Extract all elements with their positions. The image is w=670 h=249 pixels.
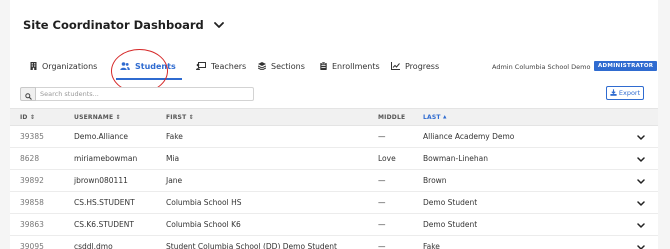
column-header-first[interactable]: FIRST ⇕ xyxy=(166,109,194,127)
cell-username: jbrown080111 xyxy=(74,176,128,185)
users-icon xyxy=(120,62,130,70)
cell-username: miriamebowman xyxy=(74,154,138,163)
sort-ascending-icon: ▲ xyxy=(442,115,447,120)
cell-middle: — xyxy=(378,132,386,141)
cell-last: Bowman-Linehan xyxy=(423,154,488,163)
table-row[interactable]: 8628 miriamebowman Mia Love Bowman-Lineh… xyxy=(10,148,658,170)
table-row[interactable]: 39385 Demo.Alliance Fake — Alliance Acad… xyxy=(10,126,658,148)
search-icon xyxy=(24,85,32,104)
tab-label: Teachers xyxy=(211,61,247,71)
cell-first: Columbia School K6 xyxy=(166,220,241,229)
chevron-down-icon[interactable] xyxy=(635,198,647,208)
search-input[interactable] xyxy=(36,87,254,101)
table-row[interactable]: 39892 jbrown080111 Jane — Brown xyxy=(10,170,658,192)
column-label: LAST xyxy=(423,114,441,121)
export-button[interactable]: Export xyxy=(606,86,644,100)
tab-teachers[interactable]: Teachers xyxy=(196,54,246,78)
cell-middle: — xyxy=(378,242,386,249)
page-title: Site Coordinator Dashboard xyxy=(23,18,204,32)
cell-last: Demo Student xyxy=(423,220,478,229)
chevron-down-icon[interactable] xyxy=(635,220,647,230)
column-header-last[interactable]: LAST ▲ xyxy=(423,109,447,127)
table-row[interactable]: 39863 CS.K6.STUDENT Columbia School K6 —… xyxy=(10,214,658,236)
cell-id: 39095 xyxy=(20,242,44,249)
column-label: ID xyxy=(20,114,28,121)
cell-middle: — xyxy=(378,176,386,185)
cell-id: 39892 xyxy=(20,176,44,185)
table-header: ID ⇕ USERNAME ⇕ FIRST ⇕ MIDDLE LAST ▲ xyxy=(10,108,658,126)
chevron-down-icon[interactable] xyxy=(635,132,647,142)
cell-first: Jane xyxy=(166,176,183,185)
chevron-down-icon[interactable] xyxy=(212,18,226,32)
cell-id: 39858 xyxy=(20,198,44,207)
sort-icon: ⇕ xyxy=(188,114,194,121)
cell-id: 39863 xyxy=(20,220,44,229)
sort-icon: ⇕ xyxy=(29,114,36,121)
tab-label: Organizations xyxy=(42,61,98,71)
table-row[interactable]: 39095 csddl.dmo Student Columbia School … xyxy=(10,236,658,249)
tab-progress[interactable]: Progress xyxy=(391,54,439,78)
dashboard-card: Site Coordinator Dashboard Organizations… xyxy=(10,0,658,249)
download-icon xyxy=(610,88,617,98)
cell-last: Alliance Academy Demo xyxy=(423,132,515,141)
column-label: USERNAME xyxy=(74,114,114,121)
column-label: MIDDLE xyxy=(378,114,406,121)
cell-username: csddl.dmo xyxy=(74,242,113,249)
students-table: ID ⇕ USERNAME ⇕ FIRST ⇕ MIDDLE LAST ▲ 39… xyxy=(10,108,658,249)
cell-first: Mia xyxy=(166,154,180,163)
column-header-id[interactable]: ID ⇕ xyxy=(20,109,35,127)
cell-last: Fake xyxy=(423,242,440,249)
user-name: Admin Columbia School Demo xyxy=(492,63,591,71)
table-row[interactable]: 39858 CS.HS.STUDENT Columbia School HS —… xyxy=(10,192,658,214)
cell-middle: — xyxy=(378,198,386,207)
layers-icon xyxy=(258,62,266,70)
tab-label: Sections xyxy=(271,61,305,71)
cell-id: 39385 xyxy=(20,132,44,141)
tab-sections[interactable]: Sections xyxy=(258,54,305,78)
cell-first: Student Columbia School (DD) Demo Studen… xyxy=(166,242,337,249)
tab-organizations[interactable]: Organizations xyxy=(30,54,97,78)
tab-label: Students xyxy=(135,61,176,71)
cell-first: Fake xyxy=(166,132,183,141)
column-header-middle: MIDDLE xyxy=(378,109,405,127)
chevron-down-icon[interactable] xyxy=(635,154,647,164)
chart-line-icon xyxy=(391,62,400,70)
chevron-down-icon[interactable] xyxy=(635,176,647,186)
cell-id: 8628 xyxy=(20,154,40,163)
export-label: Export xyxy=(618,89,641,97)
tab-label: Enrollments xyxy=(332,61,380,71)
role-badge: ADMINISTRATOR xyxy=(594,61,658,71)
cell-username: CS.K6.STUDENT xyxy=(74,220,134,229)
cell-last: Demo Student xyxy=(423,198,478,207)
tab-students[interactable]: Students xyxy=(120,54,176,78)
cell-middle: Love xyxy=(378,154,396,163)
sort-icon: ⇕ xyxy=(115,114,121,121)
chevron-down-icon[interactable] xyxy=(635,242,647,249)
cell-username: Demo.Alliance xyxy=(74,132,129,141)
cell-middle: — xyxy=(378,220,386,229)
clipboard-icon xyxy=(320,62,327,70)
title-row: Site Coordinator Dashboard xyxy=(23,18,226,32)
cell-first: Columbia School HS xyxy=(166,198,242,207)
search-button[interactable] xyxy=(20,87,36,101)
building-icon xyxy=(30,62,37,70)
column-label: FIRST xyxy=(166,114,187,121)
column-header-username[interactable]: USERNAME ⇕ xyxy=(74,109,121,127)
chalkboard-teacher-icon xyxy=(196,62,206,70)
cell-username: CS.HS.STUDENT xyxy=(74,198,135,207)
cell-last: Brown xyxy=(423,176,447,185)
tab-label: Progress xyxy=(405,61,440,71)
active-tab-indicator xyxy=(116,78,182,80)
tab-enrollments[interactable]: Enrollments xyxy=(320,54,380,78)
